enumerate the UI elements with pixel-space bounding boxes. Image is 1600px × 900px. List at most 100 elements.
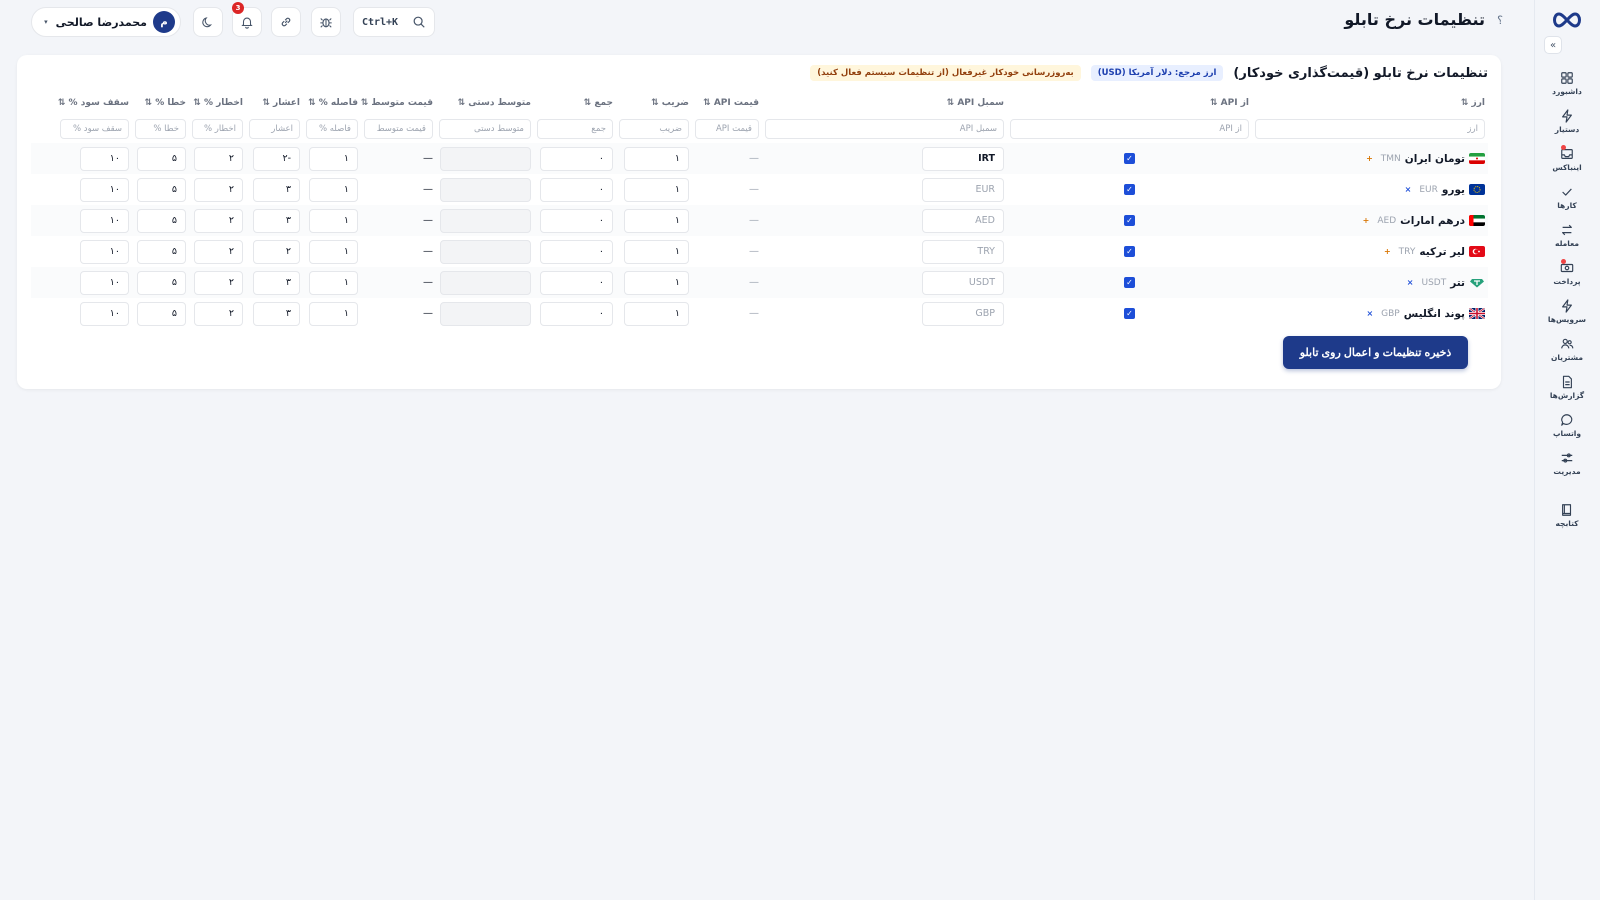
sidebar-item-check[interactable]: کارها — [1534, 178, 1600, 216]
from-api-checkbox[interactable]: ✓ — [1124, 246, 1135, 257]
decimals-input[interactable]: ۳ — [253, 270, 300, 295]
from-api-checkbox[interactable]: ✓ — [1124, 153, 1135, 164]
sum-input[interactable]: ۰ — [540, 146, 613, 171]
sidebar-item-dashboard[interactable]: داشبورد — [1534, 64, 1600, 102]
filter-warning-input[interactable]: اخطار % — [192, 119, 243, 139]
filter-sum-input[interactable]: جمع — [537, 119, 613, 139]
multiplier-input[interactable]: ۱ — [624, 239, 689, 264]
api-symbol-input[interactable]: TRY — [922, 239, 1004, 264]
gap-input[interactable]: ۱ — [309, 208, 358, 233]
decimals-input[interactable]: ۳ — [253, 177, 300, 202]
sidebar-item-services[interactable]: سرویس‌ها — [1534, 292, 1600, 330]
filter-api-price-input[interactable]: قیمت API — [695, 119, 759, 139]
from-api-checkbox[interactable]: ✓ — [1124, 184, 1135, 195]
from-api-checkbox[interactable]: ✓ — [1124, 277, 1135, 288]
header-profit-cap[interactable]: سقف سود % ⇅ — [57, 98, 132, 108]
error-input[interactable]: ۵ — [137, 146, 186, 171]
header-manual-avg[interactable]: متوسط دستی ⇅ — [436, 98, 534, 108]
header-decimals[interactable]: اعشار ⇅ — [246, 98, 303, 108]
error-input[interactable]: ۵ — [137, 301, 186, 326]
manual-avg-input[interactable] — [440, 270, 531, 295]
header-avg-price[interactable]: قیمت متوسط ⇅ — [361, 98, 436, 108]
multiplier-input[interactable]: ۱ — [624, 208, 689, 233]
currency-action-icon[interactable]: + — [1366, 154, 1373, 163]
search-button[interactable]: Ctrl+K — [353, 7, 435, 37]
from-api-checkbox[interactable]: ✓ — [1124, 308, 1135, 319]
filter-api-symbol-input[interactable]: سمبل API — [765, 119, 1004, 139]
sum-input[interactable]: ۰ — [540, 208, 613, 233]
manual-avg-input[interactable] — [440, 177, 531, 202]
multiplier-input[interactable]: ۱ — [624, 177, 689, 202]
warning-input[interactable]: ۲ — [194, 301, 243, 326]
gap-input[interactable]: ۱ — [309, 177, 358, 202]
currency-action-icon[interactable]: × — [1407, 278, 1414, 287]
sidebar-item-book[interactable]: کتابچه — [1534, 496, 1600, 534]
filter-avg-price-input[interactable]: قیمت متوسط — [364, 119, 433, 139]
sidebar-item-bolt[interactable]: دستیار — [1534, 102, 1600, 140]
api-symbol-input[interactable]: EUR — [922, 177, 1004, 202]
gap-input[interactable]: ۱ — [309, 301, 358, 326]
currency-action-icon[interactable]: × — [1366, 309, 1373, 318]
profit-cap-input[interactable]: ۱۰ — [80, 301, 129, 326]
header-api-symbol[interactable]: سمبل API ⇅ — [762, 98, 1007, 108]
profit-cap-input[interactable]: ۱۰ — [80, 146, 129, 171]
sum-input[interactable]: ۰ — [540, 177, 613, 202]
user-menu[interactable]: م محمدرضا صالحی ▾ — [31, 7, 181, 37]
warning-input[interactable]: ۲ — [194, 208, 243, 233]
sidebar-item-sliders[interactable]: مدیریت — [1534, 444, 1600, 482]
filter-gap-input[interactable]: فاصله % — [306, 119, 358, 139]
api-symbol-input[interactable]: USDT — [922, 270, 1004, 295]
manual-avg-input[interactable] — [440, 208, 531, 233]
save-button[interactable]: ذخیره تنظیمات و اعمال روی تابلو — [1283, 336, 1468, 369]
error-input[interactable]: ۵ — [137, 208, 186, 233]
error-input[interactable]: ۵ — [137, 270, 186, 295]
collapse-sidebar-button[interactable]: « — [1544, 36, 1562, 54]
help-icon[interactable]: ؟ — [1497, 14, 1503, 27]
sum-input[interactable]: ۰ — [540, 239, 613, 264]
header-from-api[interactable]: از API ⇅ — [1007, 98, 1252, 108]
sidebar-item-payment[interactable]: پرداخت — [1534, 254, 1600, 292]
api-symbol-input[interactable]: GBP — [922, 301, 1004, 326]
sum-input[interactable]: ۰ — [540, 270, 613, 295]
profit-cap-input[interactable]: ۱۰ — [80, 270, 129, 295]
filter-profit-cap-input[interactable]: سقف سود % — [60, 119, 129, 139]
warning-input[interactable]: ۲ — [194, 177, 243, 202]
warning-input[interactable]: ۲ — [194, 239, 243, 264]
filter-from-api-input[interactable]: از API — [1010, 119, 1249, 139]
profit-cap-input[interactable]: ۱۰ — [80, 208, 129, 233]
sidebar-item-exchange[interactable]: معامله — [1534, 216, 1600, 254]
error-input[interactable]: ۵ — [137, 239, 186, 264]
from-api-checkbox[interactable]: ✓ — [1124, 215, 1135, 226]
sidebar-item-users[interactable]: مشتریان — [1534, 330, 1600, 368]
filter-currency-input[interactable]: ارز — [1255, 119, 1485, 139]
decimals-input[interactable]: ۳ — [253, 301, 300, 326]
decimals-input[interactable]: ۲ — [253, 239, 300, 264]
gap-input[interactable]: ۱ — [309, 146, 358, 171]
manual-avg-input[interactable] — [440, 239, 531, 264]
header-error[interactable]: خطا % ⇅ — [132, 98, 189, 108]
header-api-price[interactable]: قیمت API ⇅ — [692, 98, 762, 108]
gap-input[interactable]: ۱ — [309, 270, 358, 295]
currency-action-icon[interactable]: + — [1363, 216, 1370, 225]
gap-input[interactable]: ۱ — [309, 239, 358, 264]
filter-error-input[interactable]: خطا % — [135, 119, 186, 139]
decimals-input[interactable]: ۳ — [253, 208, 300, 233]
manual-avg-input[interactable] — [440, 301, 531, 326]
manual-avg-input[interactable] — [440, 146, 531, 171]
theme-toggle-button[interactable] — [193, 7, 223, 37]
header-gap[interactable]: فاصله % ⇅ — [303, 98, 361, 108]
sidebar-item-chat[interactable]: واتساپ — [1534, 406, 1600, 444]
warning-input[interactable]: ۲ — [194, 146, 243, 171]
bug-report-button[interactable] — [311, 7, 341, 37]
notifications-button[interactable]: 3 — [232, 2, 262, 37]
warning-input[interactable]: ۲ — [194, 270, 243, 295]
currency-action-icon[interactable]: × — [1405, 185, 1412, 194]
multiplier-input[interactable]: ۱ — [624, 301, 689, 326]
sum-input[interactable]: ۰ — [540, 301, 613, 326]
error-input[interactable]: ۵ — [137, 177, 186, 202]
header-sum[interactable]: جمع ⇅ — [534, 98, 616, 108]
sidebar-item-inbox[interactable]: اینباکس — [1534, 140, 1600, 178]
multiplier-input[interactable]: ۱ — [624, 270, 689, 295]
currency-action-icon[interactable]: + — [1384, 247, 1391, 256]
header-multiplier[interactable]: ضریب ⇅ — [616, 98, 692, 108]
